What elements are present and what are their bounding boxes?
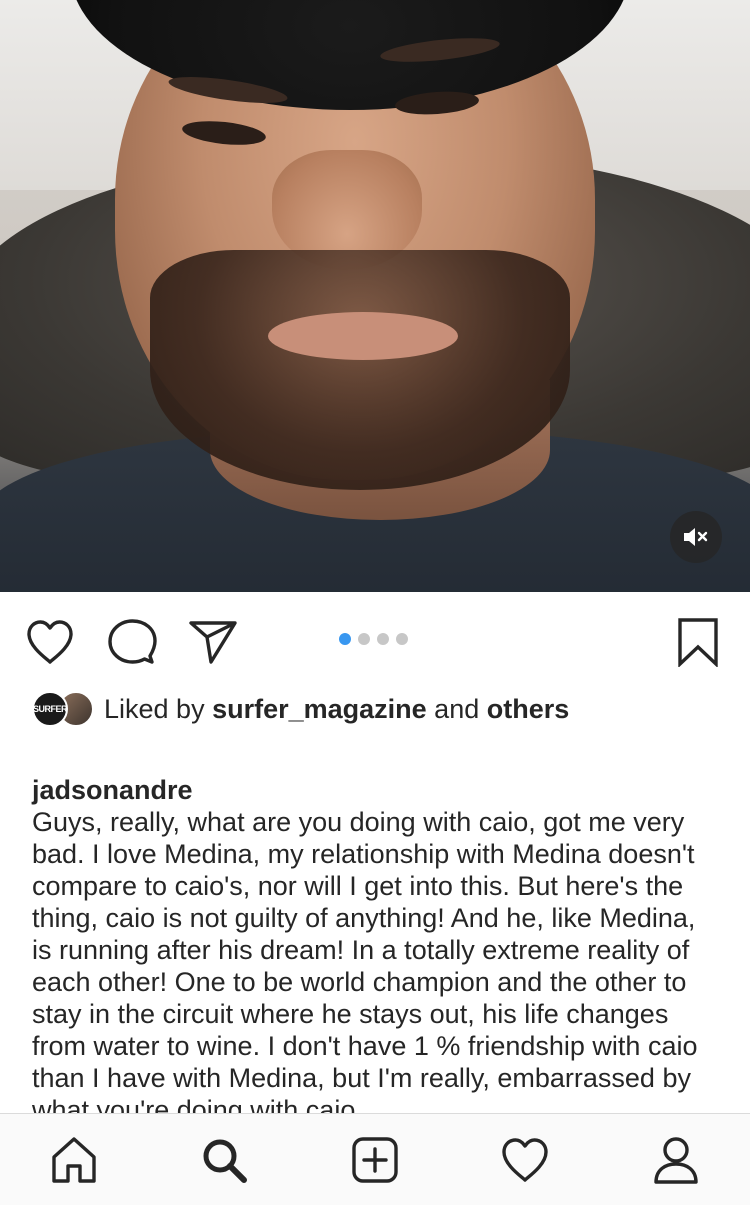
new-post-icon xyxy=(352,1137,398,1183)
activity-heart-icon xyxy=(502,1138,548,1182)
comment-button[interactable] xyxy=(106,616,158,668)
tab-new-post[interactable] xyxy=(347,1132,403,1188)
paper-plane-icon xyxy=(189,621,237,664)
liker-username-link[interactable]: surfer_magazine xyxy=(212,694,427,725)
home-icon xyxy=(52,1137,96,1183)
carousel-dot xyxy=(339,633,351,645)
likes-prefix: Liked by xyxy=(104,693,213,724)
likes-summary[interactable]: SURFER Liked by surfer_magazine and othe… xyxy=(32,690,569,728)
tab-activity[interactable] xyxy=(497,1132,553,1188)
post-video[interactable] xyxy=(0,0,750,592)
post-caption: jadsonandre Guys, really, what are you d… xyxy=(32,742,722,1126)
caption-text: Guys, really, what are you doing with ca… xyxy=(32,807,698,1125)
caption-username-link[interactable]: jadsonandre xyxy=(32,775,193,805)
share-button[interactable] xyxy=(187,616,239,668)
like-button[interactable] xyxy=(24,616,76,668)
save-button[interactable] xyxy=(672,616,724,668)
liker-avatars: SURFER xyxy=(32,691,94,727)
likes-joiner: and xyxy=(426,693,487,724)
tab-profile[interactable] xyxy=(648,1132,704,1188)
search-icon xyxy=(203,1139,247,1183)
carousel-indicator xyxy=(339,633,408,645)
mute-button[interactable] xyxy=(670,511,722,563)
profile-icon xyxy=(654,1137,698,1184)
carousel-dot xyxy=(396,633,408,645)
carousel-dot xyxy=(358,633,370,645)
comment-bubble-icon xyxy=(108,619,157,664)
bookmark-outline-icon xyxy=(678,618,718,667)
avatar-badge-text: SURFER xyxy=(33,704,68,714)
carousel-dot xyxy=(377,633,389,645)
video-beard xyxy=(150,250,570,490)
heart-outline-icon xyxy=(27,620,73,664)
bottom-tab-bar xyxy=(0,1113,750,1205)
tab-home[interactable] xyxy=(46,1132,102,1188)
speaker-muted-icon xyxy=(684,528,708,546)
avatar: SURFER xyxy=(32,691,68,727)
video-mouth xyxy=(268,312,458,360)
tab-search[interactable] xyxy=(196,1132,252,1188)
likes-others-link[interactable]: others xyxy=(487,694,570,725)
